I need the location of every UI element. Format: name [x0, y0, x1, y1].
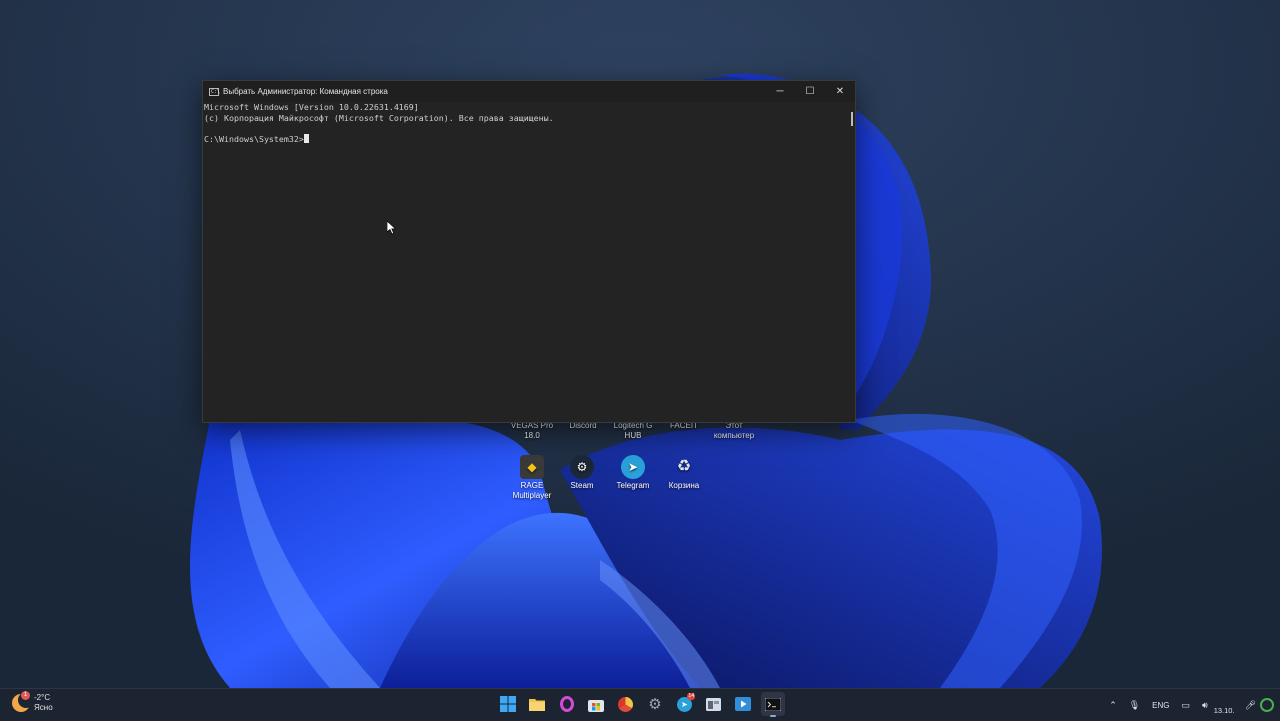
start-button[interactable]: [496, 692, 520, 716]
window-title: Выбрать Администратор: Командная строка: [223, 87, 388, 96]
taskbar-apps: ⚙ ➤ 14: [496, 692, 790, 717]
taskbar-media[interactable]: [731, 692, 755, 716]
recycle-bin-icon: ♻: [676, 458, 692, 475]
taskbar-store[interactable]: [584, 692, 608, 716]
date-text: 13.10.: [1213, 705, 1235, 715]
desktop-icon-logitech[interactable]: Logitech G HUB: [607, 421, 659, 441]
active-indicator: [769, 715, 776, 717]
desktop-icon-steam[interactable]: ⚙ Steam: [556, 455, 608, 491]
console-line: (c) Корпорация Майкрософт (Microsoft Cor…: [204, 112, 554, 123]
weather-temp: -2°C: [34, 693, 51, 702]
console-output[interactable]: Microsoft Windows [Version 10.0.22631.41…: [203, 102, 849, 422]
clock[interactable]: 13.10.: [1214, 696, 1235, 715]
cmd-app-icon: C:\: [209, 87, 221, 96]
notification-center-icon[interactable]: [1260, 698, 1274, 712]
desktop-icon-label: HUB: [624, 431, 642, 440]
desktop-icon-label: компьютер: [713, 431, 755, 440]
console-line: Microsoft Windows [Version 10.0.22631.41…: [204, 102, 419, 112]
desktop-icon-label: Multiplayer: [512, 491, 552, 500]
desktop-icon-label: Telegram: [616, 481, 650, 490]
desktop-icon-label: Корзина: [668, 481, 700, 490]
telegram-icon: ➤: [621, 455, 645, 479]
taskbar-settings[interactable]: ⚙: [643, 692, 667, 716]
weather-desc: Ясно: [34, 703, 53, 712]
desktop-icon-this-pc[interactable]: Этот компьютер: [708, 421, 760, 441]
taskbar-telegram[interactable]: ➤ 14: [672, 692, 696, 716]
microphone-active-icon[interactable]: 🎤︎: [1245, 700, 1256, 711]
close-button[interactable]: ✕: [825, 81, 855, 102]
scrollbar-thumb[interactable]: [851, 112, 853, 126]
settings-gear-icon: ⚙: [648, 696, 662, 713]
taskbar-browser[interactable]: [614, 692, 638, 716]
console-prompt-line[interactable]: C:\Windows\System32>: [204, 134, 849, 145]
console-prompt: C:\Windows\System32>: [204, 134, 304, 145]
notification-badge: 14: [687, 693, 696, 700]
desktop-icon-recycle-bin[interactable]: ♻ Корзина: [658, 455, 710, 491]
opera-icon: [559, 696, 574, 712]
system-tray: ⌃ 🎙︎ ENG ▭ 🔊︎ 13.10. 🎤︎: [1103, 689, 1280, 721]
microphone-icon[interactable]: 🎙︎: [1129, 700, 1140, 711]
taskbar: 1 -2°C Ясно ⚙ ➤ 14 ⌃ 🎙︎ ENG ▭ 🔊︎ 13.10. …: [0, 688, 1280, 721]
maximize-button[interactable]: ☐: [795, 81, 825, 102]
steam-icon: ⚙: [570, 455, 594, 479]
taskbar-explorer[interactable]: [525, 692, 549, 716]
rage-mp-icon: ◆: [520, 455, 544, 479]
window-titlebar[interactable]: C:\ Выбрать Администратор: Командная стр…: [203, 81, 855, 102]
media-player-icon: [735, 697, 752, 711]
text-cursor: [303, 134, 309, 144]
desktop-icon-label: RAGE: [520, 481, 544, 490]
weather-widget[interactable]: 1 -2°C Ясно: [12, 691, 53, 713]
scrollbar[interactable]: [849, 102, 855, 422]
weather-badge: 1: [21, 691, 30, 700]
network-icon[interactable]: ▭: [1182, 700, 1191, 711]
cmd-window[interactable]: C:\ Выбрать Администратор: Командная стр…: [202, 80, 856, 423]
language-indicator[interactable]: ENG: [1152, 701, 1169, 710]
app-window-icon: [706, 697, 722, 711]
taskbar-app[interactable]: [702, 692, 726, 716]
browser-icon: [618, 696, 634, 712]
desktop-icon-label: Steam: [570, 481, 594, 490]
minimize-button[interactable]: ─: [765, 81, 795, 102]
taskbar-opera[interactable]: [555, 692, 579, 716]
desktop-icon-label: 18.0: [524, 431, 540, 440]
desktop-icon-rage[interactable]: ◆ RAGE Multiplayer: [506, 455, 558, 501]
desktop-icon-vegas[interactable]: VEGAS Pro 18.0: [506, 421, 558, 441]
microsoft-store-icon: [588, 699, 605, 712]
volume-icon[interactable]: 🔊︎: [1202, 700, 1208, 711]
desktop-icon-telegram[interactable]: ➤ Telegram: [607, 455, 659, 491]
windows-start-icon: [500, 696, 516, 712]
mouse-pointer-icon: [387, 221, 397, 235]
terminal-icon: [764, 697, 781, 711]
taskbar-terminal[interactable]: [760, 692, 785, 717]
chevron-up-icon[interactable]: ⌃: [1109, 700, 1117, 711]
file-explorer-icon: [529, 699, 546, 711]
